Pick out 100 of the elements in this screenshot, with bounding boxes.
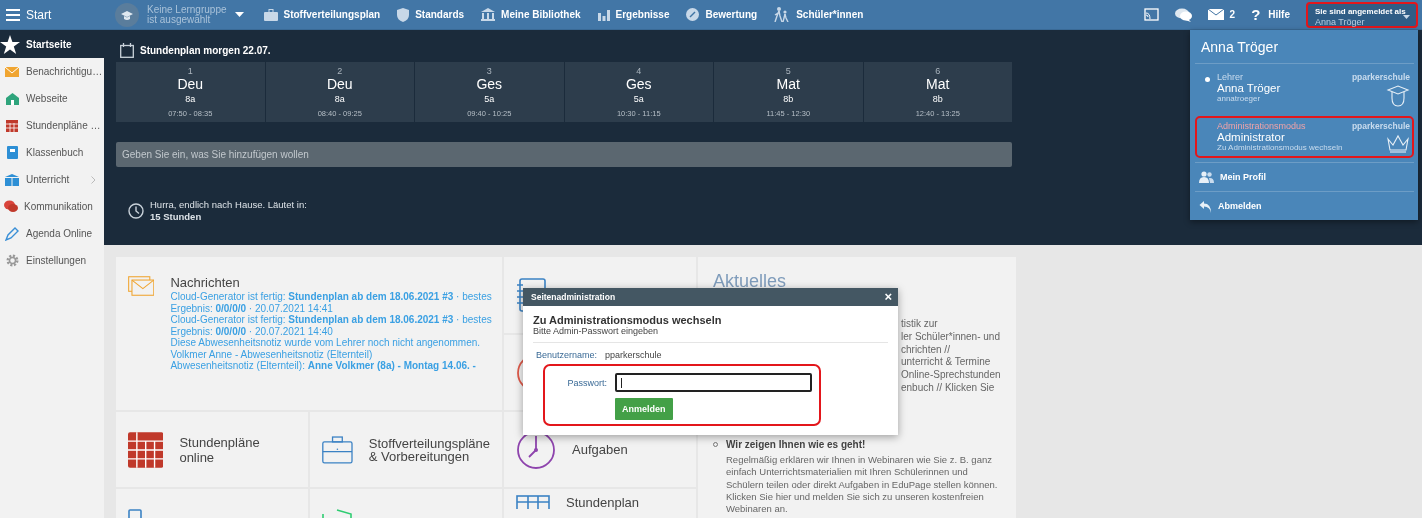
sidebar-item[interactable]: Agenda Online	[0, 220, 104, 247]
dialog-subtitle: Bitte Admin-Passwort eingeben	[533, 326, 888, 343]
tile-label: Stoffverteilungspläne	[368, 436, 490, 450]
start-menu-button[interactable]: Start	[0, 0, 104, 30]
sidebar-item[interactable]: Klassenbuch	[0, 139, 104, 166]
caret-icon	[234, 11, 244, 18]
close-button[interactable]: ×	[884, 291, 892, 303]
menu-icon	[6, 8, 20, 21]
period-number: 6	[935, 66, 941, 76]
briefcase-icon	[263, 8, 278, 21]
back-arrow-icon	[1199, 199, 1212, 213]
nav-link[interactable]: Ergebnisse	[597, 0, 670, 30]
lesson-class: 5a	[633, 94, 644, 104]
calendar-icon	[120, 42, 134, 58]
sidebar-item[interactable]: Einstellungen	[0, 247, 104, 274]
period-number: 1	[187, 66, 193, 76]
schedule-title: Stundenplan morgen 22.07.	[140, 44, 271, 56]
news-paragraph: Regelmäßig erklären wir Ihnen in Webinaren wie Sie z. B. ganz einfach Unterrichtsmaterialien mit Ihren Schülerinnen und Schülern teilen oder direkt Aufgaben in EduPage stellen können. Klicken Sie hier und melden Sie sich zu unseren kostenfreien Webinaren an.	[726, 453, 999, 516]
dialog-heading: Zu Administrationsmodus wechseln	[533, 314, 723, 326]
news-heading: Wir zeigen Ihnen wie es geht!	[726, 438, 866, 450]
plans-tile[interactable]: Stoffverteilungspläne & Vorbereitungen	[310, 412, 502, 487]
school-name: pparkerschule	[1351, 121, 1410, 131]
username-value: pparkerschule	[605, 350, 662, 360]
people-icon	[1199, 171, 1214, 183]
graduate-icon	[1386, 84, 1410, 108]
lesson-class: 5a	[484, 94, 495, 104]
table-icon	[516, 495, 550, 509]
dialog-title: Seitenadministration	[531, 292, 616, 302]
role-label: Administrationsmodus	[1217, 121, 1307, 131]
timetables-tile[interactable]: Stundenpläne online	[116, 412, 308, 487]
sidebar-item[interactable]: Unterricht	[0, 166, 104, 193]
user-menu-button[interactable]: Sie sind angemeldet als Anna Tröger	[1306, 1, 1418, 28]
news-text: chrichten //	[901, 343, 951, 357]
lesson-class: 8b	[932, 94, 943, 104]
tile-label: Stundenplan	[566, 495, 639, 510]
news-text: ler Schüler*innen- und	[901, 330, 1001, 344]
user-name: Anna Tröger	[1195, 39, 1414, 64]
sidebar-item[interactable]: Benachrichtigu…	[0, 58, 104, 85]
nav-link[interactable]: Schüler*innen	[774, 0, 864, 30]
timetable-tile[interactable]: Stundenplan	[504, 489, 696, 518]
bar-chart-icon	[597, 8, 610, 21]
messages-button[interactable]: 2	[1207, 0, 1236, 30]
graduation-cap-icon	[115, 2, 139, 27]
chat-icon	[1174, 7, 1192, 22]
menu-item[interactable]: Abmelden	[1195, 191, 1414, 220]
star-icon	[0, 34, 20, 54]
grid-icon	[6, 119, 18, 132]
book-icon	[6, 146, 18, 159]
period-number: 3	[486, 66, 492, 76]
news-text: enbuch // Klicken Sie	[901, 382, 996, 395]
role-item[interactable]: Lehrer Anna Tröger annatroeger pparkerschule	[1195, 67, 1414, 113]
lesson-subject: Deu	[326, 76, 353, 92]
role-detail: Zu Administrationsmodus wechseln	[1217, 143, 1344, 152]
walking-people-icon	[774, 7, 791, 22]
bullet-icon	[713, 441, 718, 447]
shield-icon	[397, 7, 410, 22]
grid-icon	[128, 431, 164, 468]
role-name: Administrator	[1217, 131, 1286, 143]
tile-label: Stundenpläne online	[179, 434, 261, 465]
tile-label: Aufgaben	[572, 442, 628, 457]
chat-icon	[4, 200, 18, 213]
caret-icon	[1403, 14, 1410, 20]
nav-link[interactable]: Standards	[397, 0, 465, 30]
field-label: Benutzername:	[536, 350, 598, 360]
lesson-class: 8a	[334, 94, 345, 104]
school-name: pparkerschule	[1351, 72, 1410, 82]
news-title: Aktuelles	[713, 271, 788, 292]
input-field[interactable]: Geben Sie ein, was Sie hinzufügen wollen	[116, 142, 1012, 167]
nav-link[interactable]: Meine Bibliothek	[481, 0, 581, 30]
house-icon	[5, 92, 19, 105]
sidebar-item[interactable]: Stundenpläne …	[0, 112, 104, 139]
nav-link[interactable]: Bewertung	[686, 0, 758, 30]
news-text: unterricht & Termine	[901, 356, 992, 370]
bell-message: Hurra, endlich nach Hause. Läutet in:	[150, 199, 307, 211]
lesson-subject: Mat	[776, 76, 800, 92]
lesson-class: 8a	[185, 94, 196, 104]
gear-icon	[5, 254, 19, 267]
menu-item[interactable]: Mein Profil	[1195, 162, 1414, 191]
tile-title: Nachrichten	[170, 275, 241, 290]
open-book-icon	[5, 173, 19, 186]
help-button[interactable]: ? Hilfe	[1251, 0, 1290, 30]
sidebar-item[interactable]: Webseite	[0, 85, 104, 112]
tile-label: & Vorbereitungen	[368, 449, 470, 463]
role-item[interactable]: Administrationsmodus Administrator Zu Administrationsmodus wechseln pparkerschule	[1195, 116, 1414, 158]
field-label: Passwort:	[566, 377, 607, 388]
lesson-subject: Ges	[625, 76, 652, 92]
role-detail: annatroeger	[1217, 94, 1262, 103]
clock-icon	[128, 203, 144, 219]
bell-countdown: 15 Stunden	[150, 211, 203, 223]
grade-icon	[686, 8, 700, 21]
sidebar-item[interactable]: Startseite	[0, 30, 104, 58]
period-number: 4	[636, 66, 642, 76]
lesson-subject: Ges	[476, 76, 503, 92]
crown-icon	[1386, 133, 1410, 153]
password-field[interactable]	[615, 373, 812, 392]
envelope-icon	[1207, 9, 1224, 20]
nav-link[interactable]: Stoffverteilungsplan	[263, 0, 381, 30]
sidebar-item[interactable]: Kommunikation	[0, 193, 104, 220]
chevron-right-icon	[91, 175, 96, 184]
envelope-icon	[5, 66, 19, 77]
